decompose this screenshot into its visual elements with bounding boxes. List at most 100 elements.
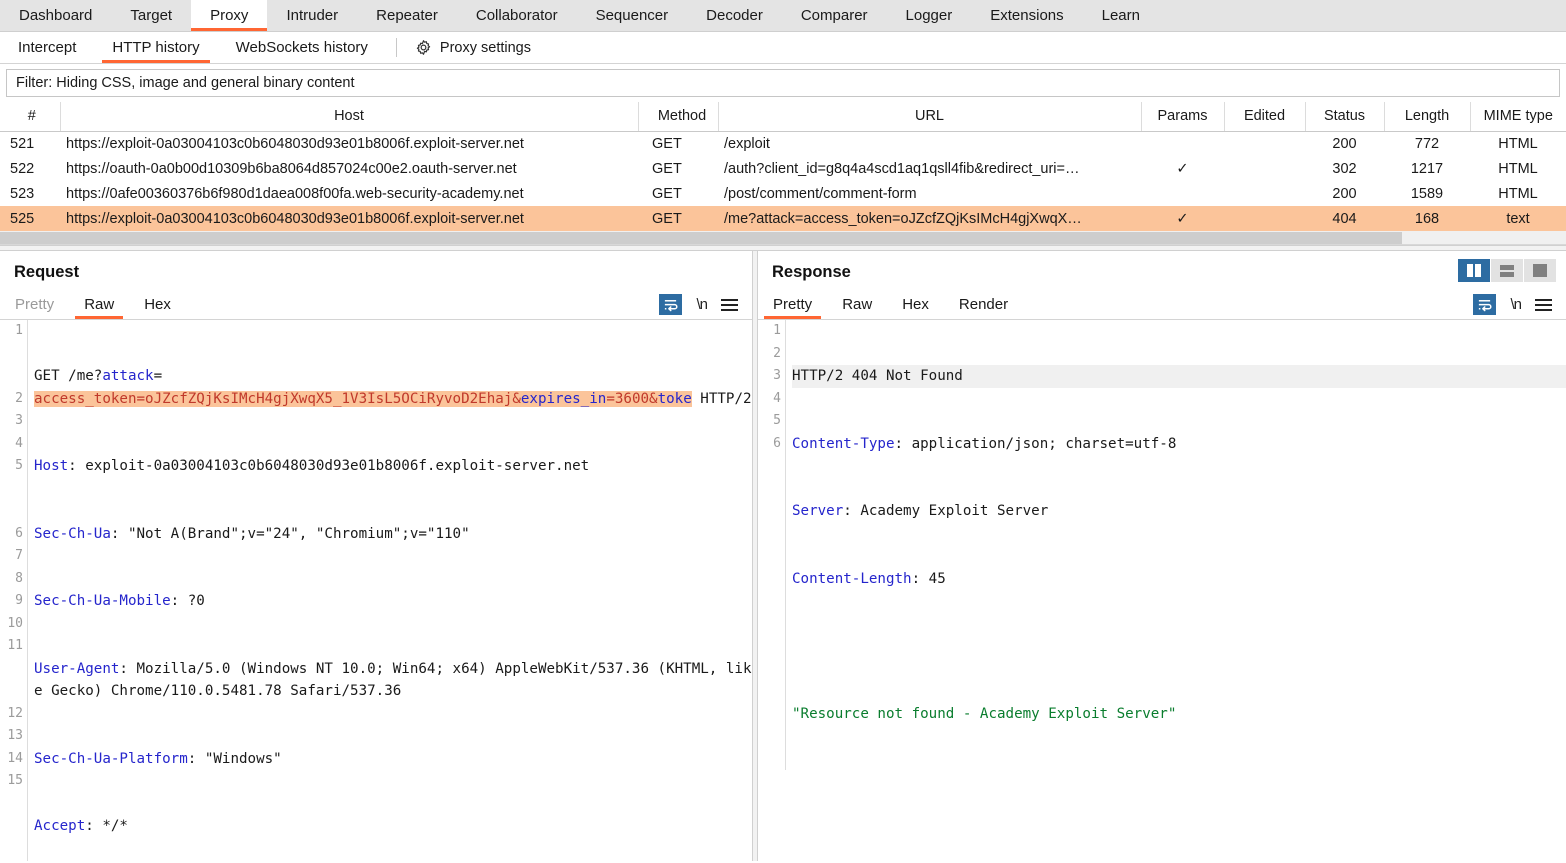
header-key: Content-Length — [792, 571, 912, 587]
cell-host: https://exploit-0a03004103c0b6048030d93e… — [60, 131, 638, 156]
tab-repeater[interactable]: Repeater — [357, 0, 457, 31]
request-tab-pretty[interactable]: Pretty — [0, 290, 69, 319]
line-number: 5 — [0, 455, 27, 478]
hamburger-icon[interactable] — [1535, 299, 1552, 311]
stacked-view-button[interactable] — [1491, 259, 1523, 282]
line-number: 2 — [758, 343, 785, 366]
line-number: 13 — [0, 725, 27, 748]
table-horizontal-scrollbar[interactable] — [0, 231, 1566, 245]
request-line-1: GET /me?attack=access_token=oJZcfZQjKsIM… — [34, 365, 752, 410]
tab-proxy[interactable]: Proxy — [191, 0, 267, 31]
response-tab-render[interactable]: Render — [944, 290, 1023, 319]
newline-toggle[interactable]: \n — [696, 296, 707, 313]
column-header-params[interactable]: Params — [1141, 102, 1224, 131]
request-code-area[interactable]: 1 2 3 4 5 6 7 8 9 10 11 12 13 14 — [0, 320, 752, 861]
header-value: : exploit-0a03004103c0b6048030d93e01b800… — [68, 458, 589, 474]
scrollbar-thumb[interactable] — [0, 232, 1402, 244]
hamburger-icon[interactable] — [721, 299, 738, 311]
line-number: 3 — [758, 365, 785, 388]
ampersand: & — [649, 391, 658, 407]
tab-label: Raw — [842, 296, 872, 313]
header-key: User-Agent — [34, 661, 119, 677]
request-lines: GET /me?attack=access_token=oJZcfZQjKsIM… — [28, 320, 752, 861]
subtab-intercept[interactable]: Intercept — [0, 32, 94, 63]
response-tab-row: Pretty Raw Hex Render \n — [758, 290, 1566, 320]
header-key: Server — [792, 503, 843, 519]
cell-edited — [1224, 156, 1305, 181]
request-tab-row: Pretty Raw Hex \n — [0, 290, 752, 320]
tab-comparer[interactable]: Comparer — [782, 0, 887, 31]
line-number: 10 — [0, 613, 27, 636]
table-row[interactable]: 522 https://oauth-0a0b00d10309b6ba8064d8… — [0, 156, 1566, 181]
cell-params — [1141, 131, 1224, 156]
line-number: 7 — [0, 545, 27, 568]
line-number: 6 — [758, 433, 785, 456]
tab-extensions[interactable]: Extensions — [971, 0, 1082, 31]
proxy-sub-tab-bar: Intercept HTTP history WebSockets histor… — [0, 32, 1566, 64]
column-header-host[interactable]: Host — [60, 102, 638, 131]
cell-num: 521 — [0, 131, 60, 156]
tab-learn[interactable]: Learn — [1083, 0, 1159, 31]
equals-sign: = — [154, 368, 163, 384]
request-tab-hex[interactable]: Hex — [129, 290, 186, 319]
cell-host: https://exploit-0a03004103c0b6048030d93e… — [60, 206, 638, 231]
split-view-button[interactable] — [1458, 259, 1490, 282]
cell-method: GET — [638, 156, 718, 181]
tab-decoder[interactable]: Decoder — [687, 0, 782, 31]
response-tab-raw[interactable]: Raw — [827, 290, 887, 319]
word-wrap-icon[interactable] — [1473, 294, 1496, 315]
subtab-http-history[interactable]: HTTP history — [94, 32, 217, 63]
response-code-area[interactable]: 1 2 3 4 5 6 HTTP/2 404 Not Found Content… — [758, 320, 1566, 861]
subtab-websockets-history[interactable]: WebSockets history — [218, 32, 386, 63]
cell-host: https://0afe00360376b6f980d1daea008f00fa… — [60, 181, 638, 206]
header-value: : application/json; charset=utf-8 — [895, 436, 1177, 452]
column-header-url[interactable]: URL — [718, 102, 1141, 131]
request-tab-raw[interactable]: Raw — [69, 290, 129, 319]
line-number: 4 — [758, 388, 785, 411]
cell-length: 772 — [1384, 131, 1470, 156]
table-row[interactable]: 523 https://0afe00360376b6f980d1daea008f… — [0, 181, 1566, 206]
tab-label: Repeater — [376, 7, 438, 24]
proxy-settings-button[interactable]: Proxy settings — [407, 32, 539, 63]
word-wrap-icon[interactable] — [659, 294, 682, 315]
tab-label: Extensions — [990, 7, 1063, 24]
response-panel: Response Pretty Raw Hex Render \n — [758, 251, 1566, 861]
tab-dashboard[interactable]: Dashboard — [0, 0, 111, 31]
response-tab-hex[interactable]: Hex — [887, 290, 944, 319]
table-row-selected[interactable]: 525 https://exploit-0a03004103c0b6048030… — [0, 206, 1566, 231]
request-line-4: Sec-Ch-Ua-Mobile: ?0 — [34, 590, 752, 613]
request-line-3: Sec-Ch-Ua: "Not A(Brand";v="24", "Chromi… — [34, 523, 752, 546]
line-number: 9 — [0, 590, 27, 613]
line-number: 12 — [0, 703, 27, 726]
cell-status: 200 — [1305, 131, 1384, 156]
header-key: Sec-Ch-Ua-Platform — [34, 751, 188, 767]
cell-length: 168 — [1384, 206, 1470, 231]
column-header-mime[interactable]: MIME type — [1470, 102, 1566, 131]
subtab-label: Intercept — [18, 39, 76, 56]
line-number: 2 — [0, 388, 27, 411]
column-header-edited[interactable]: Edited — [1224, 102, 1305, 131]
tab-logger[interactable]: Logger — [887, 0, 972, 31]
cell-length: 1589 — [1384, 181, 1470, 206]
column-header-method[interactable]: Method — [638, 102, 718, 131]
access-token-highlight: access_token=oJZcfZQjKsIMcH4gjXwqX5_1V3I… — [34, 391, 512, 407]
filter-bar[interactable]: Filter: Hiding CSS, image and general bi… — [6, 69, 1560, 97]
column-header-status[interactable]: Status — [1305, 102, 1384, 131]
newline-toggle[interactable]: \n — [1510, 296, 1521, 313]
tab-label: Intruder — [286, 7, 338, 24]
tab-target[interactable]: Target — [111, 0, 191, 31]
request-panel: Request Pretty Raw Hex \n 1 — [0, 251, 752, 861]
tab-sequencer[interactable]: Sequencer — [577, 0, 688, 31]
table-row[interactable]: 521 https://exploit-0a03004103c0b6048030… — [0, 131, 1566, 156]
column-header-length[interactable]: Length — [1384, 102, 1470, 131]
response-tab-pretty[interactable]: Pretty — [758, 290, 827, 319]
column-header-num[interactable]: # — [0, 102, 60, 131]
tab-collaborator[interactable]: Collaborator — [457, 0, 577, 31]
tab-label: Dashboard — [19, 7, 92, 24]
cell-mime: HTML — [1470, 131, 1566, 156]
tab-intruder[interactable]: Intruder — [267, 0, 357, 31]
line-number: 11 — [0, 635, 27, 658]
single-view-button[interactable] — [1524, 259, 1556, 282]
expires-in-key: expires_in — [521, 391, 606, 407]
header-key: Content-Type — [792, 436, 895, 452]
